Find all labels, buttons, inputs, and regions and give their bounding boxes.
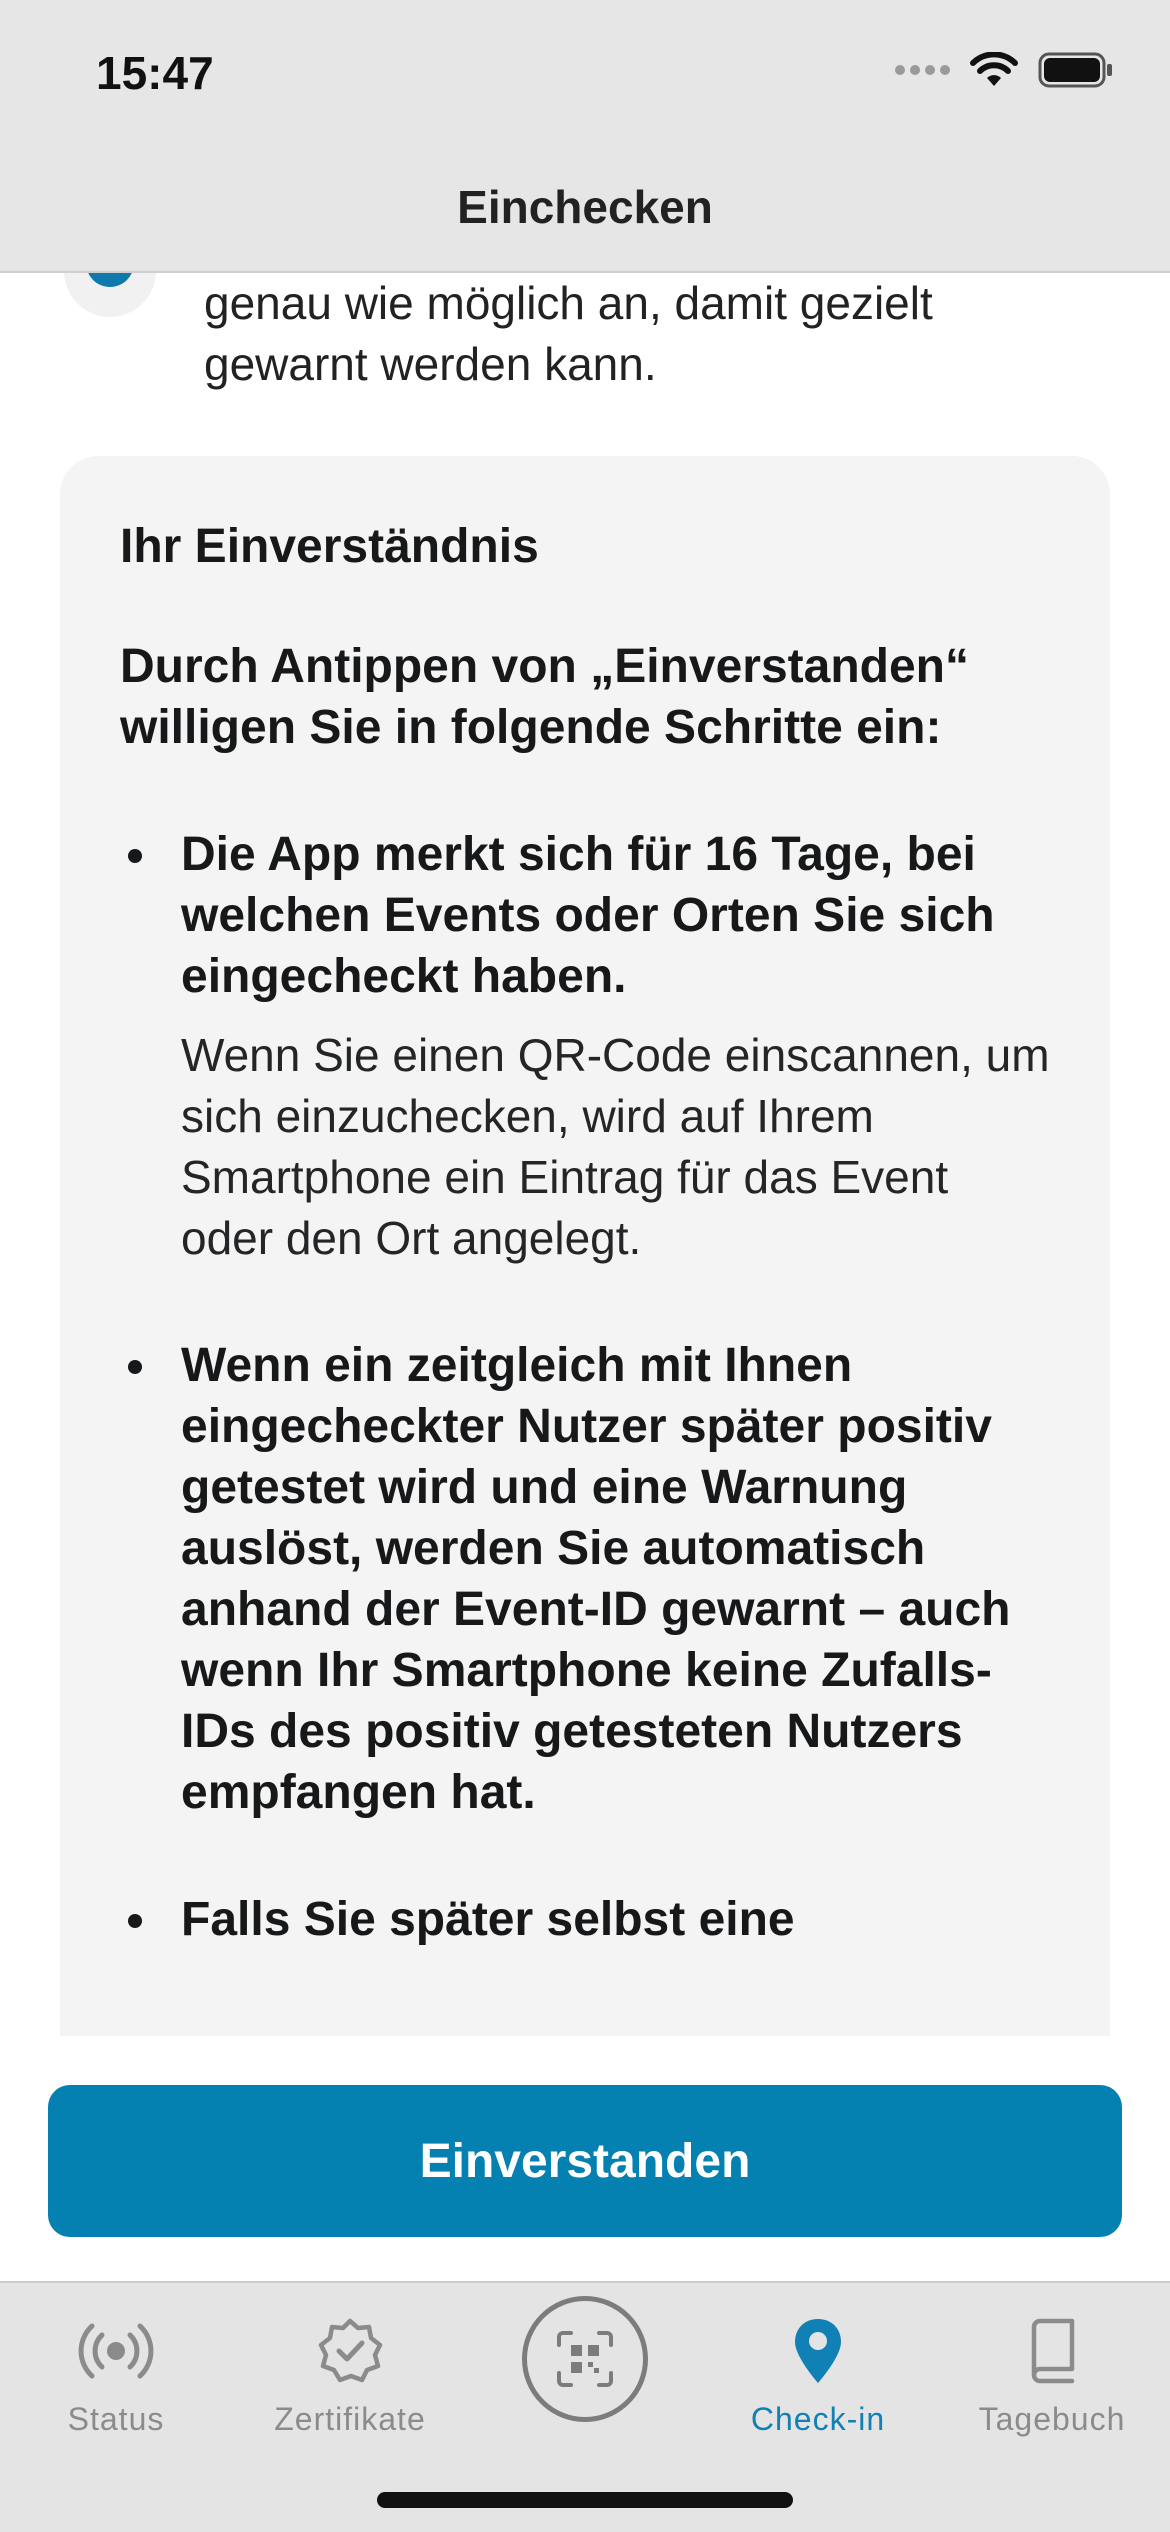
step-description: genau wie möglich an, damit gezielt gewa… <box>204 277 933 390</box>
cellular-signal-icon <box>895 65 950 75</box>
navigation-header: 15:47 Einchecken <box>0 0 1170 273</box>
list-item: Die App merkt sich für 16 Tage, bei welc… <box>120 824 1050 1269</box>
consent-title: Ihr Einverständnis <box>120 520 539 573</box>
certificate-badge-icon <box>318 2318 383 2383</box>
bullet-heading: Falls Sie später selbst eine <box>181 1893 795 1946</box>
tab-check-in[interactable]: Check-in <box>718 2303 918 2453</box>
list-item: Falls Sie später selbst eine <box>120 1889 1050 1950</box>
tab-zertifikate[interactable]: Zertifikate <box>250 2303 450 2453</box>
radar-icon <box>78 2323 154 2379</box>
tab-status[interactable]: Status <box>16 2303 216 2453</box>
status-time: 15:47 <box>96 47 214 99</box>
list-item: Wenn ein zeitgleich mit Ihnen eingecheck… <box>120 1335 1050 1823</box>
bullet-heading: Die App merkt sich für 16 Tage, bei welc… <box>181 828 995 1003</box>
step-number-icon <box>64 273 156 317</box>
wifi-icon <box>970 52 1018 86</box>
qr-scan-icon <box>557 2331 613 2387</box>
tab-label: Tagebuch <box>978 2401 1126 2437</box>
consent-intro: Durch Antippen von „Einverstanden“ willi… <box>120 640 969 754</box>
tab-tagebuch[interactable]: Tagebuch <box>952 2303 1152 2453</box>
agree-button[interactable]: Einverstanden <box>48 2085 1122 2237</box>
bullet-heading: Wenn ein zeitgleich mit Ihnen eingecheck… <box>181 1339 1011 1819</box>
page-title: Einchecken <box>457 181 713 233</box>
bullet-dot <box>128 849 142 863</box>
location-pin-icon <box>795 2319 841 2383</box>
tab-bar: Status Zertifikate Check-in Tagebuch <box>0 2281 1170 2532</box>
home-indicator <box>377 2492 793 2508</box>
tab-label: Status <box>67 2401 165 2437</box>
battery-icon <box>1038 52 1112 88</box>
bullet-dot <box>128 1914 142 1928</box>
tab-label: Check-in <box>750 2401 886 2437</box>
tab-label: Zertifikate <box>274 2401 426 2437</box>
bullet-dot <box>128 1360 142 1374</box>
status-indicators <box>895 52 1114 88</box>
qr-scan-button[interactable] <box>522 2296 648 2422</box>
book-icon <box>1031 2318 1075 2384</box>
consent-card: Ihr Einverständnis Durch Antippen von „E… <box>60 456 1110 2036</box>
footer: Einverstanden <box>0 2036 1170 2281</box>
consent-scroll-content[interactable]: genau wie möglich an, damit gezielt gewa… <box>0 273 1170 2036</box>
bullet-description: Wenn Sie einen QR-Code einscannen, um si… <box>181 1029 1050 1264</box>
